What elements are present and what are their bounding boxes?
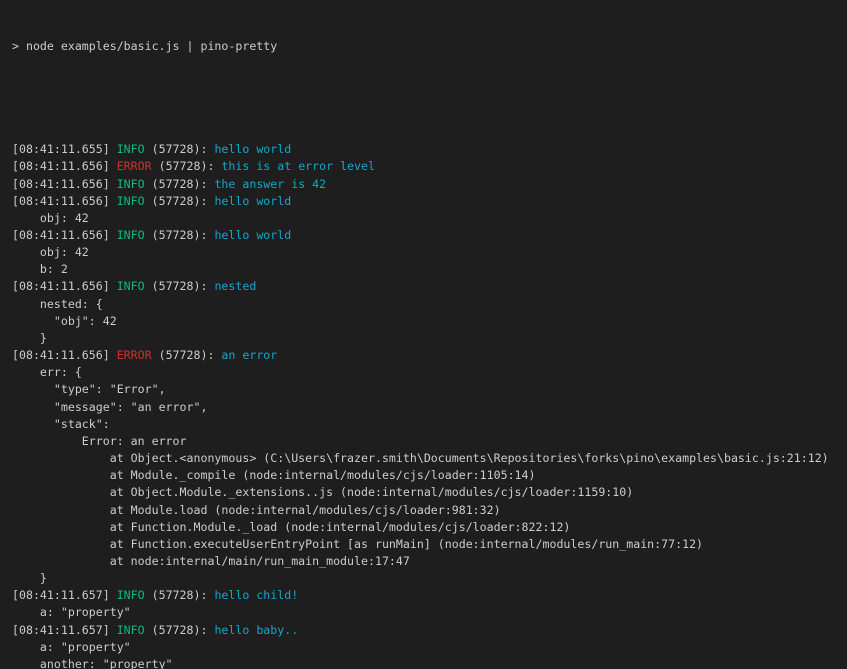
- log-detail-line: "message": "an error",: [12, 399, 847, 416]
- log-message: an error: [221, 348, 277, 362]
- log-detail-line: nested: {: [12, 296, 847, 313]
- blank-line: [12, 90, 847, 107]
- log-level: INFO: [117, 588, 145, 602]
- log-line: [08:41:11.656] INFO (57728): hello world: [12, 227, 847, 244]
- log-detail-line: at Function.executeUserEntryPoint [as ru…: [12, 536, 847, 553]
- log-line: [08:41:11.656] INFO (57728): hello world: [12, 193, 847, 210]
- log-detail-line: obj: 42: [12, 244, 847, 261]
- log-timestamp: [08:41:11.657]: [12, 623, 117, 637]
- log-detail-line: "obj": 42: [12, 313, 847, 330]
- log-pid: (57728):: [145, 228, 215, 242]
- log-pid: (57728):: [152, 159, 222, 173]
- log-timestamp: [08:41:11.657]: [12, 588, 117, 602]
- log-level: INFO: [117, 228, 145, 242]
- log-timestamp: [08:41:11.656]: [12, 194, 117, 208]
- log-message: hello world: [214, 142, 291, 156]
- log-message: hello baby..: [214, 623, 298, 637]
- log-line: [08:41:11.657] INFO (57728): hello baby.…: [12, 622, 847, 639]
- log-detail-line: Error: an error: [12, 433, 847, 450]
- log-level: INFO: [117, 279, 145, 293]
- log-timestamp: [08:41:11.656]: [12, 228, 117, 242]
- log-detail-line: err: {: [12, 364, 847, 381]
- log-level: INFO: [117, 194, 145, 208]
- terminal-output: [08:41:11.655] INFO (57728): hello world…: [12, 141, 847, 669]
- log-detail-line: "stack":: [12, 416, 847, 433]
- log-timestamp: [08:41:11.656]: [12, 279, 117, 293]
- log-timestamp: [08:41:11.656]: [12, 159, 117, 173]
- terminal[interactable]: > node examples/basic.js | pino-pretty […: [0, 0, 847, 669]
- log-detail-line: at Object.Module._extensions..js (node:i…: [12, 484, 847, 501]
- log-message: nested: [214, 279, 256, 293]
- log-pid: (57728):: [145, 279, 215, 293]
- log-pid: (57728):: [145, 194, 215, 208]
- log-message: hello world: [214, 194, 291, 208]
- log-level: ERROR: [117, 159, 152, 173]
- log-line: [08:41:11.657] INFO (57728): hello child…: [12, 587, 847, 604]
- log-pid: (57728):: [145, 623, 215, 637]
- log-timestamp: [08:41:11.655]: [12, 142, 117, 156]
- log-detail-line: }: [12, 330, 847, 347]
- log-line: [08:41:11.655] INFO (57728): hello world: [12, 141, 847, 158]
- log-detail-line: "type": "Error",: [12, 381, 847, 398]
- log-line: [08:41:11.656] INFO (57728): nested: [12, 278, 847, 295]
- log-detail-line: another: "property": [12, 656, 847, 669]
- log-pid: (57728):: [152, 348, 222, 362]
- log-detail-line: a: "property": [12, 604, 847, 621]
- log-message: hello child!: [214, 588, 298, 602]
- log-detail-line: a: "property": [12, 639, 847, 656]
- log-level: INFO: [117, 177, 145, 191]
- log-line: [08:41:11.656] ERROR (57728): an error: [12, 347, 847, 364]
- log-message: the answer is 42: [214, 177, 326, 191]
- log-detail-line: obj: 42: [12, 210, 847, 227]
- log-level: ERROR: [117, 348, 152, 362]
- command-line: > node examples/basic.js | pino-pretty: [12, 38, 847, 55]
- log-detail-line: at Function.Module._load (node:internal/…: [12, 519, 847, 536]
- log-timestamp: [08:41:11.656]: [12, 348, 117, 362]
- log-detail-line: at node:internal/main/run_main_module:17…: [12, 553, 847, 570]
- log-pid: (57728):: [145, 588, 215, 602]
- log-message: this is at error level: [221, 159, 375, 173]
- log-detail-line: at Module._compile (node:internal/module…: [12, 467, 847, 484]
- log-detail-line: b: 2: [12, 261, 847, 278]
- log-level: INFO: [117, 623, 145, 637]
- log-message: hello world: [214, 228, 291, 242]
- log-pid: (57728):: [145, 142, 215, 156]
- log-pid: (57728):: [145, 177, 215, 191]
- log-line: [08:41:11.656] INFO (57728): the answer …: [12, 176, 847, 193]
- log-timestamp: [08:41:11.656]: [12, 177, 117, 191]
- log-line: [08:41:11.656] ERROR (57728): this is at…: [12, 158, 847, 175]
- log-detail-line: }: [12, 570, 847, 587]
- log-detail-line: at Object.<anonymous> (C:\Users\frazer.s…: [12, 450, 847, 467]
- log-detail-line: at Module.load (node:internal/modules/cj…: [12, 502, 847, 519]
- log-level: INFO: [117, 142, 145, 156]
